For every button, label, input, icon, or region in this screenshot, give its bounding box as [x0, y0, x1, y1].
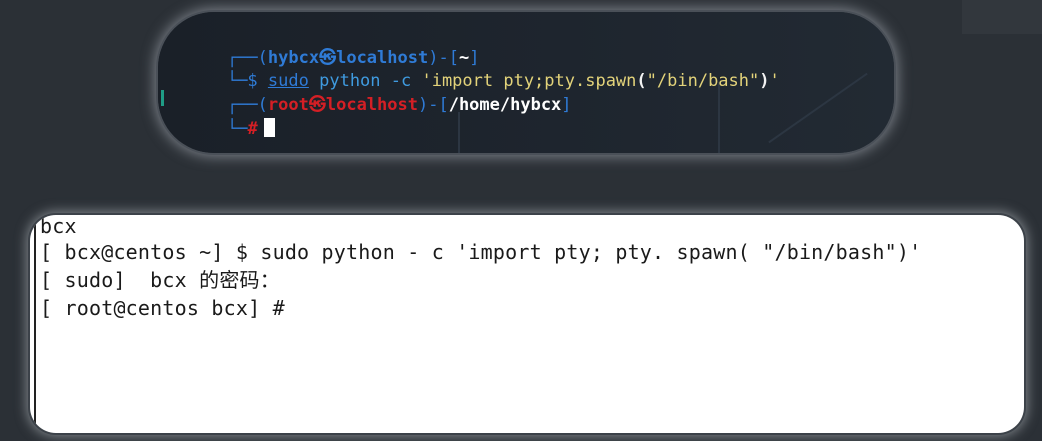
- command-string: "/bin/bash": [646, 71, 760, 91]
- prompt-cwd: /home/hybcx: [448, 95, 562, 115]
- prompt-hash: #: [247, 119, 258, 139]
- command-paren: ): [759, 71, 770, 91]
- centos-terminal-window[interactable]: bcx [ bcx@centos ~] $ sudo python - c 'i…: [30, 215, 1024, 433]
- prompt-frame: ]: [561, 95, 572, 115]
- terminal-line: [ sudo] bcx 的密码：: [40, 268, 280, 292]
- command-string: ': [769, 71, 780, 91]
- edge-marker: [161, 90, 164, 106]
- terminal-line[interactable]: [ root@centos bcx] #: [40, 295, 285, 321]
- prompt-frame: └─: [226, 119, 248, 139]
- prompt-at-icon: ㉿: [308, 95, 326, 115]
- root-prompt-line[interactable]: └─#: [186, 96, 275, 153]
- terminal-line: bcx: [40, 215, 77, 238]
- prompt-hostname: localhost: [325, 95, 418, 115]
- corner-panel: [962, 0, 1042, 34]
- kali-terminal-window[interactable]: ┌──(hybcx㉿localhost)-[~] └─$ sudo python…: [158, 12, 894, 153]
- command-paren: (: [636, 71, 647, 91]
- terminal-line: [ bcx@centos ~] $ sudo python - c 'impor…: [40, 240, 922, 264]
- terminal-left-border: [34, 215, 36, 433]
- prompt-frame: )-[: [417, 95, 449, 115]
- cursor-icon: [263, 118, 275, 137]
